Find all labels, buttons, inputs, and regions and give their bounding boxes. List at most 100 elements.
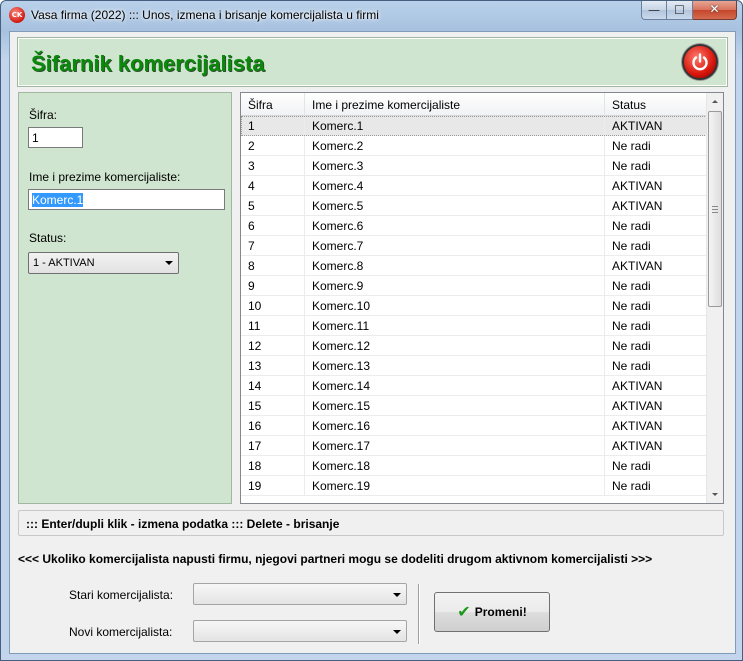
- maximize-icon: ☐: [674, 3, 685, 17]
- scroll-down-icon[interactable]: [707, 486, 723, 503]
- cell-name: Komerc.19: [305, 476, 605, 495]
- title-bar[interactable]: CK Vasa firma (2022) ::: Unos, izmena i …: [1, 1, 742, 29]
- cell-sifra: 3: [241, 156, 305, 175]
- header-panel: Šifarnik komercijalista: [17, 37, 728, 87]
- cell-name: Komerc.5: [305, 196, 605, 215]
- scroll-up-icon[interactable]: [707, 93, 723, 110]
- name-input[interactable]: Komerc.1: [28, 189, 225, 210]
- salespeople-grid[interactable]: Šifra Ime i prezime komercijaliste Statu…: [240, 92, 724, 504]
- cell-status: AKTIVAN: [612, 179, 663, 193]
- table-row[interactable]: 7 Komerc.7 Ne radi: [241, 236, 707, 256]
- new-salesperson-select[interactable]: [193, 620, 407, 642]
- app-window: CK Vasa firma (2022) ::: Unos, izmena i …: [0, 0, 743, 661]
- status-select[interactable]: 1 - AKTIVAN: [28, 252, 179, 274]
- status-select-value: 1 - AKTIVAN: [33, 257, 95, 269]
- table-row[interactable]: 1 Komerc.1 AKTIVAN: [241, 116, 707, 136]
- cell-name: Komerc.15: [305, 396, 605, 415]
- table-row[interactable]: 3 Komerc.3 Ne radi: [241, 156, 707, 176]
- cell-status: AKTIVAN: [612, 119, 663, 133]
- cell-sifra: 1: [241, 116, 305, 135]
- table-row[interactable]: 19 Komerc.19 Ne radi: [241, 476, 707, 496]
- old-salesperson-select[interactable]: [193, 583, 407, 605]
- maximize-button[interactable]: ☐: [667, 1, 693, 20]
- grid-scrollbar[interactable]: [706, 93, 723, 503]
- table-row[interactable]: 8 Komerc.8 AKTIVAN: [241, 256, 707, 276]
- cell-status: Ne radi: [612, 219, 651, 233]
- cell-sifra: 14: [241, 376, 305, 395]
- cell-sifra: 8: [241, 256, 305, 275]
- table-row[interactable]: 11 Komerc.11 Ne radi: [241, 316, 707, 336]
- table-row[interactable]: 18 Komerc.18 Ne radi: [241, 456, 707, 476]
- minimize-icon: —: [648, 3, 660, 17]
- cell-name: Komerc.7: [305, 236, 605, 255]
- power-button[interactable]: [682, 44, 718, 80]
- table-row[interactable]: 16 Komerc.16 AKTIVAN: [241, 416, 707, 436]
- minimize-button[interactable]: —: [641, 1, 667, 20]
- transfer-notice: <<< Ukoliko komercijalista napusti firmu…: [18, 552, 653, 566]
- cell-name: Komerc.2: [305, 136, 605, 155]
- cell-sifra: 10: [241, 296, 305, 315]
- cell-status: Ne radi: [612, 319, 651, 333]
- column-header-name[interactable]: Ime i prezime komercijaliste: [305, 93, 605, 116]
- close-icon: ✕: [709, 2, 720, 16]
- cell-name: Komerc.6: [305, 216, 605, 235]
- cell-sifra: 6: [241, 216, 305, 235]
- cell-status: Ne radi: [612, 479, 651, 493]
- cell-sifra: 17: [241, 436, 305, 455]
- cell-sifra: 2: [241, 136, 305, 155]
- chevron-down-icon: [165, 261, 173, 265]
- column-header-status[interactable]: Status: [605, 93, 707, 116]
- app-icon[interactable]: CK: [9, 7, 25, 23]
- new-salesperson-label: Novi komercijalista:: [69, 625, 173, 639]
- table-row[interactable]: 2 Komerc.2 Ne radi: [241, 136, 707, 156]
- close-button[interactable]: ✕: [693, 1, 737, 20]
- edit-form-panel: Šifra: 1 Ime i prezime komercijaliste: K…: [18, 92, 232, 504]
- cell-name: Komerc.14: [305, 376, 605, 395]
- column-header-sifra[interactable]: Šifra: [241, 93, 305, 116]
- apply-change-button[interactable]: ✔ Promeni!: [434, 592, 550, 632]
- cell-name: Komerc.9: [305, 276, 605, 295]
- table-row[interactable]: 4 Komerc.4 AKTIVAN: [241, 176, 707, 196]
- power-icon: [692, 53, 708, 71]
- table-row[interactable]: 5 Komerc.5 AKTIVAN: [241, 196, 707, 216]
- table-row[interactable]: 15 Komerc.15 AKTIVAN: [241, 396, 707, 416]
- cell-name: Komerc.1: [305, 116, 605, 135]
- table-row[interactable]: 17 Komerc.17 AKTIVAN: [241, 436, 707, 456]
- cell-sifra: 7: [241, 236, 305, 255]
- chevron-down-icon: [393, 630, 401, 634]
- sifra-input[interactable]: 1: [28, 127, 83, 148]
- sifra-label: Šifra:: [29, 108, 58, 122]
- name-label: Ime i prezime komercijaliste:: [29, 170, 181, 184]
- cell-sifra: 11: [241, 316, 305, 335]
- cell-status: AKTIVAN: [612, 439, 663, 453]
- cell-status: AKTIVAN: [612, 379, 663, 393]
- table-row[interactable]: 9 Komerc.9 Ne radi: [241, 276, 707, 296]
- cell-name: Komerc.12: [305, 336, 605, 355]
- table-row[interactable]: 12 Komerc.12 Ne radi: [241, 336, 707, 356]
- grid-body: 1 Komerc.1 AKTIVAN 2 Komerc.2 Ne radi 3 Komerc.…: [241, 116, 707, 496]
- caption-buttons: — ☐ ✕: [641, 1, 737, 21]
- old-salesperson-label: Stari komercijalista:: [69, 588, 174, 602]
- cell-status: AKTIVAN: [612, 259, 663, 273]
- client-area: Šifarnik komercijalista Šifra: 1 Ime i p…: [9, 31, 736, 654]
- table-row[interactable]: 10 Komerc.10 Ne radi: [241, 296, 707, 316]
- cell-status: AKTIVAN: [612, 199, 663, 213]
- scroll-thumb[interactable]: [708, 111, 722, 307]
- cell-status: Ne radi: [612, 159, 651, 173]
- cell-sifra: 9: [241, 276, 305, 295]
- cell-name: Komerc.16: [305, 416, 605, 435]
- table-row[interactable]: 13 Komerc.13 Ne radi: [241, 356, 707, 376]
- cell-status: Ne radi: [612, 359, 651, 373]
- status-label: Status:: [29, 231, 67, 245]
- page-title: Šifarnik komercijalista: [31, 51, 265, 76]
- cell-name: Komerc.17: [305, 436, 605, 455]
- cell-status: Ne radi: [612, 239, 651, 253]
- cell-name: Komerc.18: [305, 456, 605, 475]
- cell-name: Komerc.10: [305, 296, 605, 315]
- window-title: Vasa firma (2022) ::: Unos, izmena i bri…: [31, 8, 379, 22]
- cell-sifra: 12: [241, 336, 305, 355]
- cell-status: AKTIVAN: [612, 419, 663, 433]
- table-row[interactable]: 14 Komerc.14 AKTIVAN: [241, 376, 707, 396]
- table-row[interactable]: 6 Komerc.6 Ne radi: [241, 216, 707, 236]
- chevron-down-icon: [393, 593, 401, 597]
